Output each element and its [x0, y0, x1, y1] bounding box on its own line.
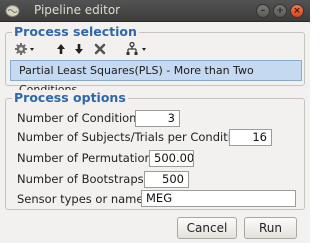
process-options-title: Process options — [12, 90, 128, 105]
num-permutations-label: Number of Permutations: — [17, 151, 162, 165]
title-bar: Pipeline editor – + × — [0, 0, 310, 22]
pipeline-icon — [126, 41, 146, 55]
num-bootstraps-label: Number of Bootstraps: — [17, 172, 148, 186]
window-title: Pipeline editor — [34, 3, 121, 17]
cancel-button[interactable]: Cancel — [177, 217, 237, 239]
num-conditions-label: Number of Conditions: — [17, 111, 147, 125]
num-permutations-field[interactable]: 500.00 — [149, 150, 194, 167]
num-conditions-field[interactable]: 3 — [135, 110, 180, 127]
delete-process-button[interactable] — [94, 42, 106, 56]
move-down-button[interactable] — [74, 42, 84, 56]
pipeline-editor-window: Pipeline editor – + × Process selection — [0, 0, 310, 243]
minimize-button[interactable]: – — [256, 4, 270, 18]
run-button[interactable]: Run — [244, 217, 297, 239]
delete-icon — [94, 43, 106, 55]
brainstorm-app-icon — [5, 5, 20, 17]
pipeline-menu-button[interactable] — [125, 41, 149, 56]
arrow-up-icon — [57, 44, 65, 54]
maximize-button[interactable]: + — [273, 4, 287, 18]
gear-icon — [15, 43, 34, 55]
sensor-types-label: Sensor types or names: — [17, 192, 154, 206]
sensor-types-field[interactable]: MEG — [141, 190, 296, 207]
move-up-button[interactable] — [56, 42, 66, 56]
num-bootstraps-field[interactable]: 500 — [144, 171, 189, 188]
num-subjects-field[interactable]: 16 — [229, 129, 272, 146]
process-selection-title: Process selection — [12, 24, 139, 39]
num-subjects-label: Number of Subjects/Trials per Condition: — [17, 130, 250, 144]
gear-menu-button[interactable] — [14, 42, 36, 56]
close-button[interactable]: × — [290, 4, 304, 18]
arrow-down-icon — [75, 44, 83, 54]
selected-process-item[interactable]: Partial Least Squares(PLS) - More than T… — [10, 60, 302, 96]
